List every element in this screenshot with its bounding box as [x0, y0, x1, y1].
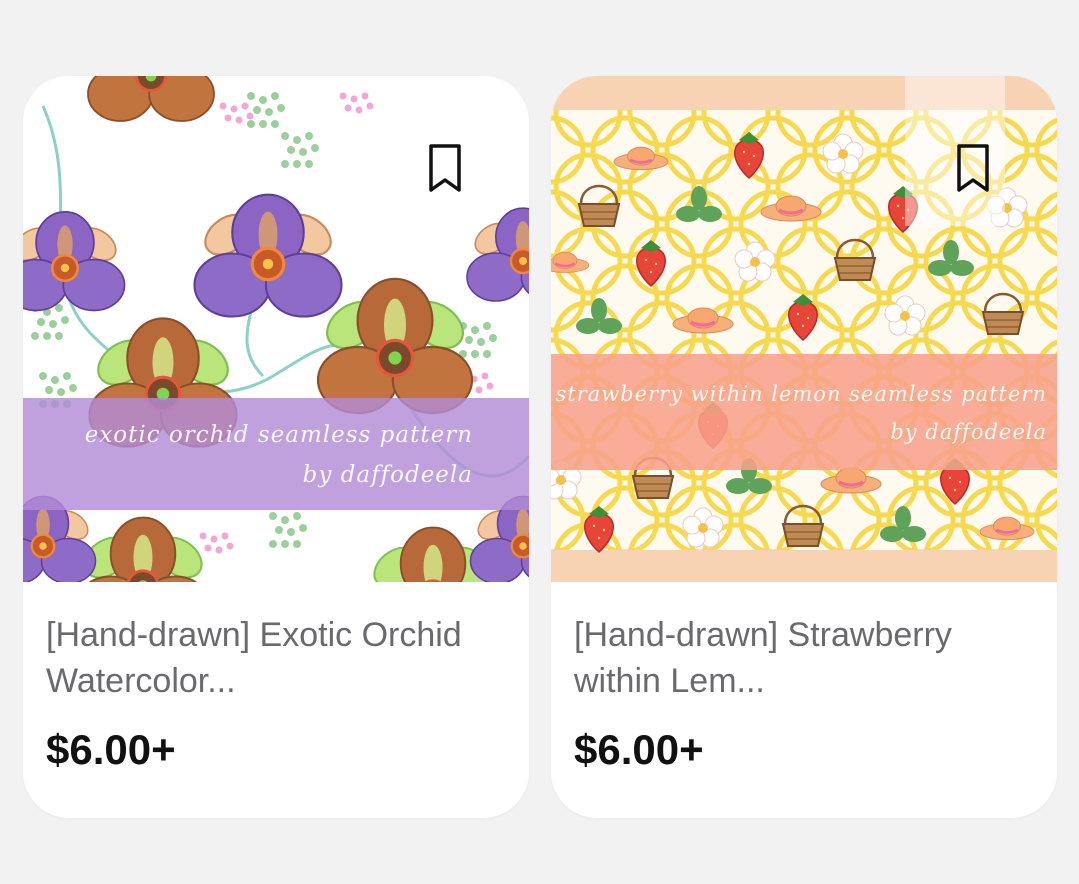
product-thumbnail[interactable]: strawberry within lemon seamless pattern… — [551, 76, 1057, 582]
title-banner — [23, 398, 529, 510]
product-thumbnail[interactable]: exotic orchid seamless pattern by daffod… — [23, 76, 529, 582]
product-card[interactable]: strawberry within lemon seamless pattern… — [551, 76, 1057, 818]
image-caption-title: strawberry within lemon seamless pattern — [555, 382, 1047, 406]
title-banner — [551, 354, 1057, 470]
product-price: $6.00+ — [46, 726, 176, 773]
product-card[interactable]: exotic orchid seamless pattern by daffod… — [23, 76, 529, 818]
product-title[interactable]: [Hand-drawn] Strawberry within Lem... — [574, 612, 1024, 704]
bookmark-icon — [957, 144, 989, 192]
bookmark-button[interactable] — [951, 142, 999, 200]
bookmark-button[interactable] — [423, 142, 471, 200]
product-title[interactable]: [Hand-drawn] Exotic Orchid Watercolor... — [46, 612, 496, 704]
image-caption-author: by daffodeela — [302, 462, 473, 488]
image-caption-author: by daffodeela — [890, 420, 1047, 444]
image-caption-title: exotic orchid seamless pattern — [84, 422, 473, 448]
product-price: $6.00+ — [574, 726, 704, 773]
bookmark-icon — [429, 144, 461, 192]
